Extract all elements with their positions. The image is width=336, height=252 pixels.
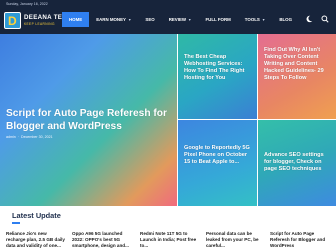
header-date: Sunday, January 16, 2022 <box>6 2 48 6</box>
latest-section-title: Latest Update <box>12 211 61 220</box>
list-item[interactable]: Reliance Jio's new recharge plan, 2.5 GB… <box>6 231 66 249</box>
featured-post-title[interactable]: Advance SEO settings for blogger, Check … <box>264 152 332 173</box>
featured-main-meta: admin · December 30, 2021 <box>6 135 53 139</box>
featured-post-title[interactable]: Find Out Why AI Isn't Taking Over Conten… <box>264 47 332 82</box>
logo-mark: D <box>4 12 21 29</box>
nav-item-review[interactable]: REVIEW ▼ <box>162 12 199 27</box>
moon-icon[interactable] <box>304 14 314 24</box>
site-logo[interactable]: D DEEANA TECH KEEP LEARNING <box>4 10 71 32</box>
featured-post[interactable]: Find Out Why AI Isn't Taking Over Conten… <box>258 34 336 119</box>
nav-item-tools[interactable]: TOOLS ▼ <box>238 12 273 27</box>
post-author[interactable]: admin <box>6 135 16 139</box>
logo-tagline: KEEP LEARNING <box>24 22 55 26</box>
nav-item-earn-money[interactable]: EARN MONEY ▼ <box>89 12 138 27</box>
featured-post[interactable]: Google to Reportedly 5G Pixel Phone on O… <box>178 120 257 206</box>
post-title[interactable]: Script for Auto Page Referesh for Blogge… <box>270 231 332 249</box>
featured-post[interactable]: The Best Cheap Webhosting Services: How … <box>178 34 257 119</box>
list-item[interactable]: Personal data can be leaked from your PC… <box>206 231 264 249</box>
nav-item-full-form[interactable]: FULL FORM <box>199 12 238 27</box>
post-title[interactable]: Oppo A96 5G launched 2022: OPPO's best 5… <box>72 231 134 249</box>
featured-main-title[interactable]: Script for Auto Page Referesh for Blogge… <box>6 108 171 133</box>
post-date: December 30, 2021 <box>21 135 53 139</box>
chevron-down-icon: ▼ <box>127 17 132 22</box>
list-item[interactable]: Script for Auto Page Referesh for Blogge… <box>270 231 332 249</box>
featured-main-post[interactable]: Script for Auto Page Referesh for Blogge… <box>0 34 177 206</box>
site-header: Sunday, January 16, 2022 D DEEANA TECH K… <box>0 0 336 34</box>
nav-item-blog[interactable]: BLOG <box>272 12 299 27</box>
featured-post[interactable]: Advance SEO settings for blogger, Check … <box>258 120 336 206</box>
featured-post-title[interactable]: The Best Cheap Webhosting Services: How … <box>184 54 252 82</box>
list-item[interactable]: Redmi Note 11T 5G to Launch in India; Po… <box>140 231 200 249</box>
featured-post-title[interactable]: Google to Reportedly 5G Pixel Phone on O… <box>184 145 252 166</box>
post-title[interactable]: Redmi Note 11T 5G to Launch in India; Po… <box>140 231 200 249</box>
chevron-down-icon: ▼ <box>261 17 266 22</box>
header-actions <box>304 14 330 24</box>
post-title[interactable]: Personal data can be leaked from your PC… <box>206 231 264 249</box>
featured-grid: Script for Auto Page Referesh for Blogge… <box>0 34 336 206</box>
chevron-down-icon: ▼ <box>188 17 192 22</box>
nav-item-home[interactable]: HOME <box>62 12 90 27</box>
nav-item-seo[interactable]: SEO <box>138 12 161 27</box>
post-title[interactable]: Reliance Jio's new recharge plan, 2.5 GB… <box>6 231 66 249</box>
list-item[interactable]: Oppo A96 5G launched 2022: OPPO's best 5… <box>72 231 134 249</box>
section-underline <box>12 222 20 224</box>
latest-posts-list: Reliance Jio's new recharge plan, 2.5 GB… <box>0 231 336 252</box>
search-icon[interactable] <box>320 14 330 24</box>
main-nav: HOME EARN MONEY ▼ SEO REVIEW ▼ FULL FORM… <box>62 12 299 27</box>
